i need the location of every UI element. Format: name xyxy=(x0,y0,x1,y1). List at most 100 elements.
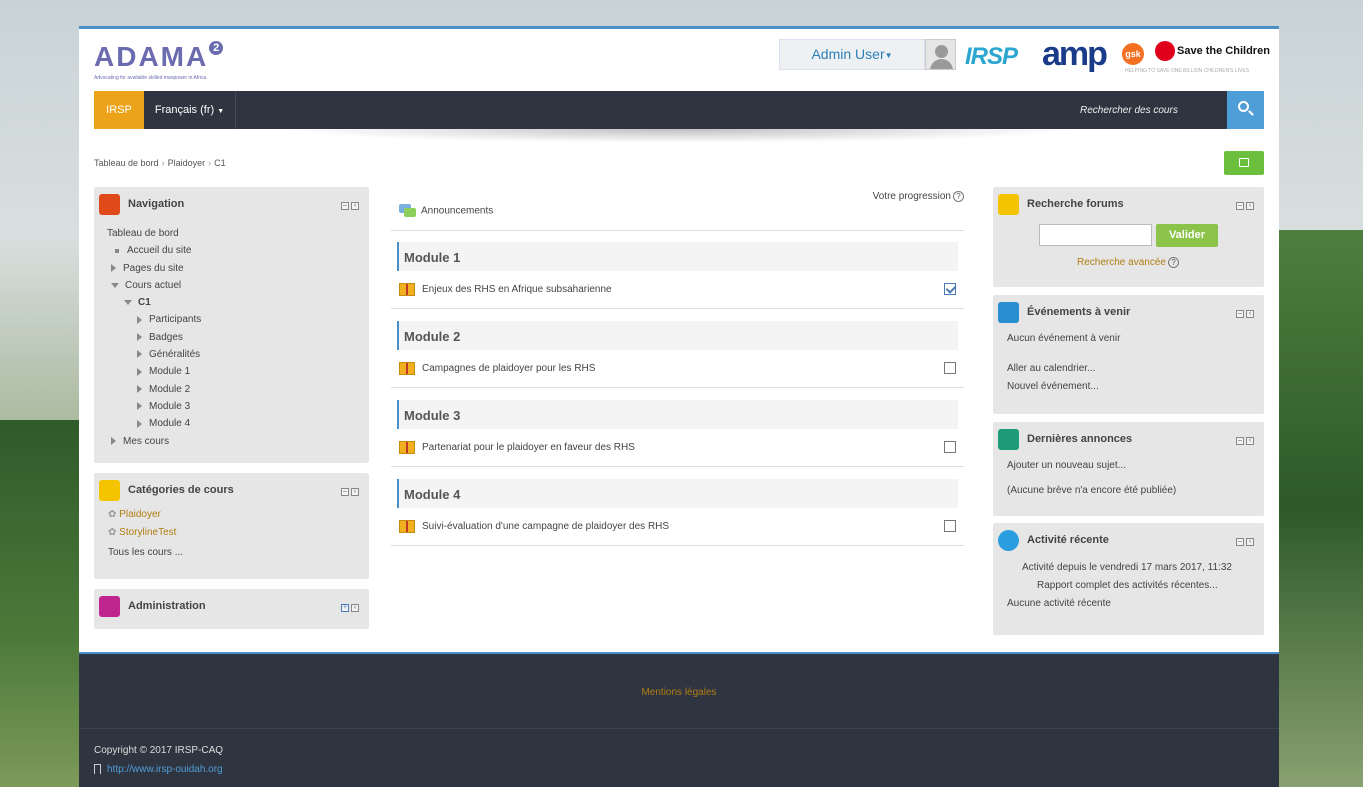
completion-checkbox[interactable] xyxy=(944,520,956,532)
new-event-link[interactable]: Nouvel événement... xyxy=(1007,381,1099,392)
calendar-link[interactable]: Aller au calendrier... xyxy=(1007,363,1095,374)
minimize-icon[interactable]: – xyxy=(1236,437,1244,445)
block-controls[interactable]: – ‹ xyxy=(1234,202,1254,214)
activity-name[interactable]: Partenariat pour le plaidoyer en faveur … xyxy=(422,442,635,453)
nav-tree-label[interactable]: Badges xyxy=(149,332,183,343)
edit-mode-button[interactable] xyxy=(1224,151,1264,175)
announcements-activity[interactable]: Announcements xyxy=(399,204,493,218)
all-courses-link[interactable]: Tous les cours ... xyxy=(108,547,183,558)
nav-tree-label[interactable]: Module 2 xyxy=(149,384,190,395)
nav-tree-item[interactable]: Participants xyxy=(107,311,201,328)
block-controls[interactable]: – ‹ xyxy=(1234,538,1254,550)
minimize-icon[interactable]: – xyxy=(1236,202,1244,210)
category-link[interactable]: StorylineTest xyxy=(119,527,176,538)
category-item[interactable]: ✿ Plaidoyer xyxy=(108,509,161,520)
nav-tree-label[interactable]: Participants xyxy=(149,314,201,325)
course-search-input[interactable] xyxy=(1074,91,1227,129)
dock-icon[interactable]: ‹ xyxy=(351,604,359,612)
nav-tree-label[interactable]: Généralités xyxy=(149,349,200,360)
breadcrumb-item[interactable]: Tableau de bord xyxy=(94,158,159,168)
nav-tree-label[interactable]: Accueil du site xyxy=(127,245,191,256)
category-item[interactable]: ✿ StorylineTest xyxy=(108,527,176,538)
avatar[interactable] xyxy=(925,39,956,70)
dock-icon[interactable]: ‹ xyxy=(1246,310,1254,318)
dock-icon[interactable]: ‹ xyxy=(1246,437,1254,445)
nav-tree-item[interactable]: Badges xyxy=(107,329,201,346)
nav-tree-item[interactable]: Module 2 xyxy=(107,381,201,398)
nav-tree-label[interactable]: Cours actuel xyxy=(125,280,181,291)
full-report-link[interactable]: Rapport complet des activités récentes..… xyxy=(1037,580,1218,591)
nav-tree-item[interactable]: Tableau de bord xyxy=(107,225,201,242)
legal-link-text[interactable]: Mentions légales xyxy=(641,687,716,698)
activity-name[interactable]: Campagnes de plaidoyer pour les RHS xyxy=(422,363,595,374)
navigation-tree: Tableau de bord Accueil du site Pages du s… xyxy=(107,225,201,450)
breadcrumb-item[interactable]: Plaidoyer xyxy=(168,158,206,168)
collapsed-arrow-icon xyxy=(111,436,116,445)
nav-tree-item[interactable]: Accueil du site xyxy=(107,242,201,259)
dock-icon[interactable]: ‹ xyxy=(351,202,359,210)
advanced-search-link[interactable]: Recherche avancée xyxy=(1077,257,1166,268)
minimize-icon[interactable]: – xyxy=(341,202,349,210)
legal-notice-link[interactable]: Mentions légales xyxy=(79,687,1279,698)
block-controls[interactable]: – ‹ xyxy=(1234,310,1254,322)
user-menu[interactable]: Admin User▼ xyxy=(779,39,925,70)
monitor-icon xyxy=(99,480,120,501)
nav-tree-label[interactable]: C1 xyxy=(138,297,151,308)
dock-icon[interactable]: ‹ xyxy=(351,488,359,496)
progress-label: Votre progression? xyxy=(873,191,964,202)
language-menu[interactable]: Français (fr) ▼ xyxy=(144,91,236,129)
help-icon[interactable]: ? xyxy=(953,191,964,202)
block-controls[interactable]: – ‹ xyxy=(339,202,359,214)
add-topic-link[interactable]: Ajouter un nouveau sujet... xyxy=(1007,460,1126,471)
nav-tree-label[interactable]: Module 4 xyxy=(149,418,190,429)
block-controls[interactable]: – ‹ xyxy=(1234,437,1254,449)
gsk-logo: gsk xyxy=(1122,43,1144,65)
dock-icon[interactable]: ‹ xyxy=(1246,538,1254,546)
nav-tree-item[interactable]: Cours actuel xyxy=(107,277,201,294)
nav-tree-item[interactable]: Module 3 xyxy=(107,398,201,415)
activity-name[interactable]: Announcements xyxy=(421,206,493,217)
scorm-activity[interactable]: Partenariat pour le plaidoyer en faveur … xyxy=(399,441,635,454)
nav-tree-label[interactable]: Mes cours xyxy=(123,436,169,447)
help-icon[interactable]: ? xyxy=(1167,257,1179,268)
activity-name[interactable]: Suivi-évaluation d'une campagne de plaid… xyxy=(422,521,669,532)
expand-icon[interactable]: + xyxy=(341,604,349,612)
nav-tree-label[interactable]: Pages du site xyxy=(123,263,184,274)
minimize-icon[interactable]: – xyxy=(1236,538,1244,546)
nav-home-link[interactable]: IRSP xyxy=(94,91,144,129)
category-link[interactable]: Plaidoyer xyxy=(119,509,161,520)
footer-url[interactable]: http://www.irsp-ouidah.org xyxy=(94,764,223,775)
nav-tree-item[interactable]: C1 xyxy=(107,294,201,311)
dock-icon[interactable]: ‹ xyxy=(1246,202,1254,210)
activity-name[interactable]: Enjeux des RHS en Afrique subsaharienne xyxy=(422,284,612,295)
minimize-icon[interactable]: – xyxy=(1236,310,1244,318)
forum-search-input[interactable] xyxy=(1039,224,1152,246)
site-logo[interactable]: ADAMA 2 Advocating for available skilled m… xyxy=(94,41,224,81)
scorm-activity[interactable]: Campagnes de plaidoyer pour les RHS xyxy=(399,362,595,375)
search-button[interactable] xyxy=(1227,91,1264,129)
nav-tree-item[interactable]: Module 4 xyxy=(107,415,201,432)
scorm-activity[interactable]: Suivi-évaluation d'une campagne de plaid… xyxy=(399,520,669,533)
sitemap-icon xyxy=(99,194,120,215)
breadcrumb-item[interactable]: C1 xyxy=(214,158,226,168)
advanced-search[interactable]: Recherche avancée? xyxy=(1077,257,1179,268)
block-controls[interactable]: + ‹ xyxy=(339,604,359,616)
footer-url-text[interactable]: http://www.irsp-ouidah.org xyxy=(107,764,223,775)
expanded-arrow-icon xyxy=(111,282,119,288)
scorm-activity[interactable]: Enjeux des RHS en Afrique subsaharienne xyxy=(399,283,612,296)
nav-tree-item[interactable]: Mes cours xyxy=(107,433,201,450)
nav-tree-label[interactable]: Module 1 xyxy=(149,366,190,377)
completion-checkbox[interactable] xyxy=(944,283,956,295)
completion-checkbox[interactable] xyxy=(944,441,956,453)
nav-tree-item[interactable]: Pages du site xyxy=(107,260,201,277)
completion-checkbox[interactable] xyxy=(944,362,956,374)
nav-tree-item[interactable]: Module 1 xyxy=(107,363,201,380)
divider xyxy=(391,545,964,546)
package-icon xyxy=(399,520,415,533)
minimize-icon[interactable]: – xyxy=(341,488,349,496)
nav-tree-item[interactable]: Généralités xyxy=(107,346,201,363)
nav-tree-label[interactable]: Tableau de bord xyxy=(107,228,179,239)
nav-tree-label[interactable]: Module 3 xyxy=(149,401,190,412)
block-controls[interactable]: – ‹ xyxy=(339,488,359,500)
validate-button[interactable]: Valider xyxy=(1156,224,1218,247)
